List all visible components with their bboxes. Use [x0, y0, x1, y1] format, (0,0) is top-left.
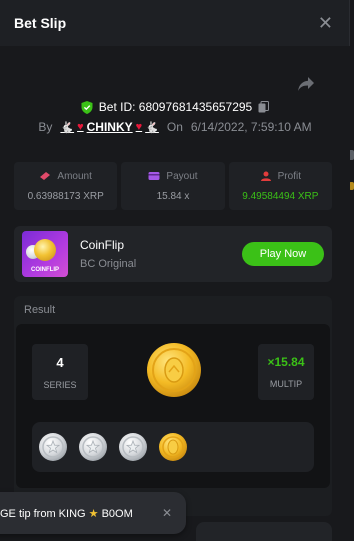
result-title: Result — [24, 304, 56, 316]
tip-notification-toast[interactable]: GE tip from KING ★ B0OM ✕ — [0, 492, 186, 534]
stat-amount: Amount 0.63988173 XRP — [14, 162, 118, 210]
bet-stats: Amount 0.63988173 XRP Payout 15.84 x Pro… — [14, 162, 332, 210]
play-now-button[interactable]: Play Now — [242, 242, 324, 266]
game-info: CoinFlip BC Original — [80, 238, 136, 270]
bet-owner-row: By 🐇 ♥ CHINKY ♥ 🐇 On 6/14/2022, 7:59:10 … — [0, 120, 350, 134]
toast-message: GE tip from KING ★ B0OM — [0, 507, 133, 520]
verified-shield-icon — [81, 100, 93, 114]
game-name: CoinFlip — [80, 238, 125, 252]
heart-icon: ♥ — [77, 121, 84, 133]
coin-icon — [34, 239, 56, 261]
profit-icon — [260, 171, 271, 181]
series-label: SERIES — [43, 379, 77, 390]
bet-id-row: Bet ID: 68097681435657295 — [0, 100, 350, 114]
stat-payout-value: 15.84 x — [156, 190, 190, 202]
silver-coin-icon — [79, 433, 107, 461]
stat-profit-value: 9.49584494 XRP — [242, 190, 319, 202]
stat-profit-label: Profit — [277, 170, 301, 182]
series-box: 4 SERIES — [32, 344, 88, 400]
copy-icon[interactable] — [258, 101, 270, 113]
gold-coin-icon — [147, 343, 201, 397]
star-icon: ★ — [88, 507, 99, 520]
stat-amount-value: 0.63988173 XRP — [27, 190, 104, 202]
result-panel: Result 4 SERIES ×15.84 MULTIP — [14, 296, 332, 516]
toast-text: GE tip from KING — [0, 507, 86, 520]
bet-id: Bet ID: 68097681435657295 — [98, 100, 253, 114]
user-name-link[interactable]: 🐇 ♥ CHINKY ♥ 🐇 — [60, 120, 158, 134]
game-subtitle: BC Original — [80, 258, 137, 270]
payout-icon — [148, 172, 160, 180]
stat-label: Profit — [260, 171, 301, 182]
background-card — [196, 522, 332, 541]
user-name: CHINKY — [86, 120, 133, 134]
bet-datetime: 6/14/2022, 7:59:10 AM — [190, 120, 312, 134]
silver-coin-icon — [39, 433, 67, 461]
thumbnail-text: COINFLIP — [31, 267, 59, 273]
rabbit-icon: 🐇 — [145, 121, 159, 134]
coinflip-thumbnail[interactable]: COINFLIP — [22, 231, 68, 277]
heart-icon: ♥ — [135, 121, 143, 133]
stat-amount-label: Amount — [57, 170, 92, 182]
toast-close-button[interactable]: ✕ — [162, 506, 172, 520]
series-value: 4 — [56, 354, 64, 370]
multiplier-box: ×15.84 MULTIP — [258, 344, 314, 400]
on-label: On — [166, 120, 183, 134]
stat-payout-label: Payout — [166, 170, 198, 182]
stat-profit: Profit 9.49584494 XRP — [228, 162, 332, 210]
bet-slip-content: Bet ID: 68097681435657295 By 🐇 ♥ CHINKY … — [0, 46, 350, 541]
by-label: By — [38, 120, 53, 134]
modal-title: Bet Slip — [14, 15, 67, 31]
stat-label: Amount — [39, 170, 92, 182]
multiplier-label: MULTIP — [269, 379, 303, 389]
multiplier-value: ×15.84 — [267, 355, 305, 369]
bet-slip-modal: Bet Slip ✕ Bet ID: 68097681435657295 By … — [0, 0, 350, 541]
silver-coin-icon — [119, 433, 147, 461]
rabbit-icon: 🐇 — [60, 121, 75, 134]
modal-header: Bet Slip ✕ — [0, 0, 349, 46]
amount-icon — [40, 172, 51, 180]
stat-label: Payout — [148, 170, 198, 182]
gold-coin-icon — [159, 433, 187, 461]
stat-payout: Payout 15.84 x — [121, 162, 225, 210]
result-display: 4 SERIES ×15.84 MULTIP — [16, 324, 330, 488]
game-card: COINFLIP CoinFlip BC Original Play Now — [14, 226, 332, 282]
share-icon[interactable] — [297, 76, 315, 92]
coin-history — [32, 422, 314, 472]
toast-text: B0OM — [101, 507, 133, 520]
close-button[interactable]: ✕ — [318, 14, 333, 32]
